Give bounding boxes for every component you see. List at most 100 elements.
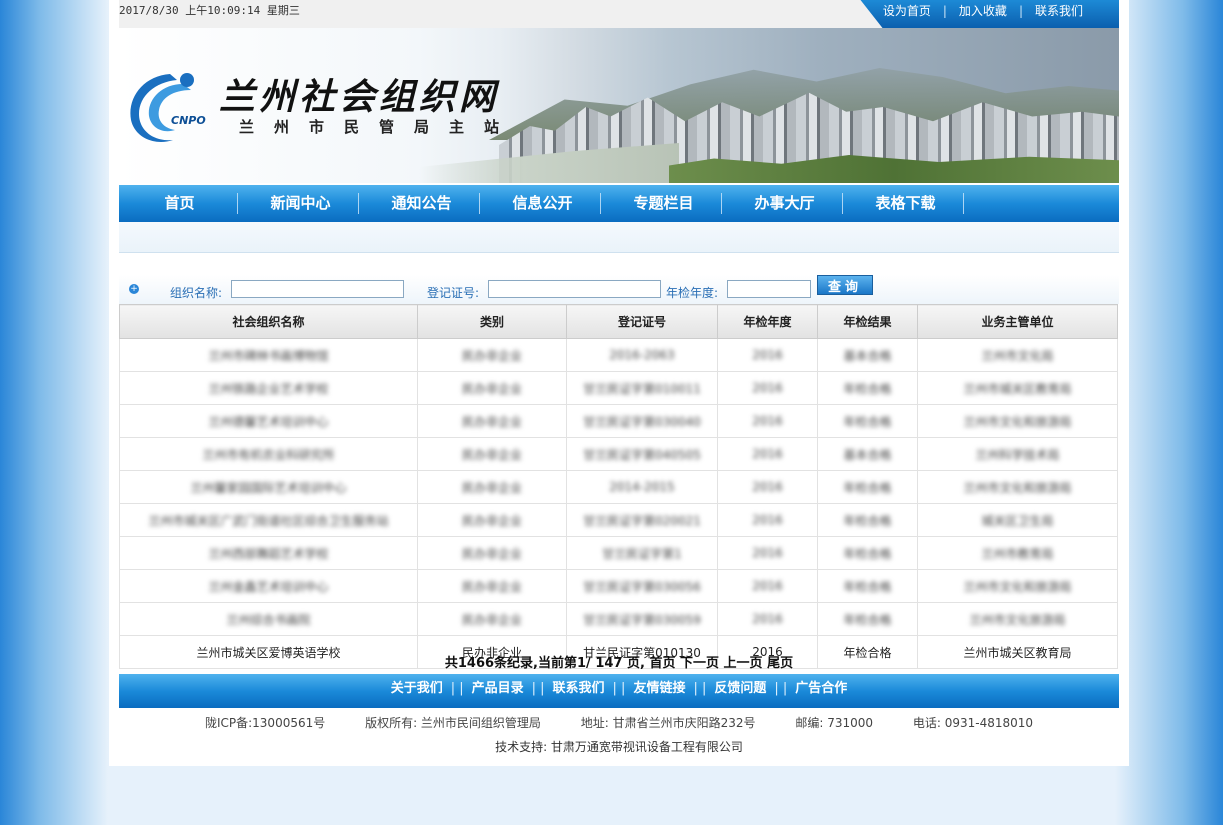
cell-org-name[interactable]: 兰州市有机农业科研究所	[202, 448, 334, 462]
table-row[interactable]: 兰州西部舞蹈艺术学校 民办非企业 甘兰民证字第1 2016 年检合格 兰州市教育…	[119, 536, 1118, 570]
table-row[interactable]: 兰州市城关区广武门街道社区综合卫生服务站 民办非企业 甘兰民证字第020021 …	[119, 503, 1118, 537]
footer-separator: | |	[450, 681, 464, 696]
nav-divider	[600, 193, 601, 214]
cell-result: 年检合格	[843, 414, 892, 429]
separator: |	[942, 4, 947, 18]
nav-divider	[479, 193, 480, 214]
col-inspection-year[interactable]: 年检年度	[717, 304, 818, 339]
cell-year: 2016	[752, 513, 783, 527]
footer-friend-links-link[interactable]: 友情链接	[633, 681, 685, 696]
nav-info-public[interactable]: 信息公开	[482, 185, 603, 222]
cell-supervisor: 兰州市文化局	[981, 348, 1054, 363]
table-row[interactable]: 兰州市有机农业科研究所 民办非企业 甘兰民证字第040505 2016 基本合格…	[119, 437, 1118, 471]
cell-category: 民办非企业	[461, 348, 522, 363]
query-button[interactable]: 查询	[817, 275, 873, 295]
table-row[interactable]: 兰州馨家园国际艺术培训中心 民办非企业 2014-2015 2016 年检合格 …	[119, 470, 1118, 504]
cell-reg-number: 甘兰民证字第030056	[583, 579, 701, 594]
site-subtitle: 兰州市民管局主站	[239, 118, 520, 136]
cell-org-name[interactable]: 兰州金鑫艺术培训中心	[208, 580, 328, 594]
cell-org-name[interactable]: 兰州德馨艺术培训中心	[208, 415, 328, 429]
top-links: 设为首页 | 加入收藏 | 联系我们	[860, 0, 1119, 28]
svg-text:CNPO: CNPO	[171, 114, 206, 127]
contact-us-link[interactable]: 联系我们	[1035, 2, 1083, 19]
footer-info: 陇ICP备:13000561号 版权所有: 兰州市民间组织管理局 地址: 甘肃省…	[119, 714, 1119, 731]
cell-result: 年检合格	[843, 381, 892, 396]
nav-divider	[358, 193, 359, 214]
add-favorite-link[interactable]: 加入收藏	[959, 2, 1007, 19]
footer-feedback-link[interactable]: 反馈问题	[714, 681, 766, 696]
table-row[interactable]: 兰州铁路企业艺术学校 民办非企业 甘兰民证字第010011 2016 年检合格 …	[119, 371, 1118, 405]
inspection-year-label: 年检年度:	[666, 286, 719, 300]
cell-year: 2016	[752, 612, 783, 626]
cell-result: 基本合格	[843, 447, 892, 462]
cell-category: 民办非企业	[461, 579, 522, 594]
cell-org-name[interactable]: 兰州市碑林书画博物馆	[208, 349, 328, 363]
cell-org-name[interactable]: 兰州综合书画院	[226, 613, 310, 627]
table-row[interactable]: 兰州综合书画院 民办非企业 甘兰民证字第030059 2016 年检合格 兰州市…	[119, 602, 1118, 636]
nav-topics[interactable]: 专题栏目	[603, 185, 724, 222]
cell-supervisor: 兰州科学技术局	[975, 447, 1060, 462]
nav-divider	[963, 193, 964, 214]
nav-news[interactable]: 新闻中心	[240, 185, 361, 222]
reg-number-label: 登记证号:	[427, 286, 480, 300]
nav-home[interactable]: 首页	[119, 185, 240, 222]
footer-about-link[interactable]: 关于我们	[391, 681, 443, 696]
col-supervisor[interactable]: 业务主管单位	[917, 304, 1118, 339]
col-org-name[interactable]: 社会组织名称	[119, 304, 418, 339]
nav-notices[interactable]: 通知公告	[361, 185, 482, 222]
cell-org-name[interactable]: 兰州铁路企业艺术学校	[208, 382, 328, 396]
cnpo-logo-icon: CNPO	[130, 73, 206, 142]
footer-advertising-link[interactable]: 广告合作	[795, 681, 847, 696]
org-name-input[interactable]	[231, 280, 404, 298]
pagination: 共1466条纪录,当前第1/ 147 页, 首页 下一页 上一页 尾页	[119, 652, 1119, 671]
next-page-link[interactable]: 下一页	[680, 656, 719, 671]
cell-year: 2016	[752, 546, 783, 560]
nav-divider	[842, 193, 843, 214]
first-page-link[interactable]: 首页	[649, 656, 675, 671]
cell-result: 年检合格	[843, 579, 892, 594]
col-inspection-result[interactable]: 年检结果	[817, 304, 918, 339]
nav-service-hall[interactable]: 办事大厅	[724, 185, 845, 222]
cell-org-name[interactable]: 兰州西部舞蹈艺术学校	[208, 547, 328, 561]
inspection-year-input[interactable]	[727, 280, 811, 298]
results-table: 社会组织名称 类别 登记证号 年检年度 年检结果 业务主管单位 兰州市碑林书画博…	[119, 304, 1118, 669]
cell-reg-number: 甘兰民证字第020021	[583, 513, 701, 528]
set-homepage-link[interactable]: 设为首页	[883, 2, 931, 19]
table-row[interactable]: 兰州市碑林书画博物馆 民办非企业 2016-2063 2016 基本合格 兰州市…	[119, 338, 1118, 372]
footer-nav: 关于我们 | | 产品目录 | | 联系我们 | | 友情链接 | | 反馈问题 | | 广告合作	[119, 674, 1119, 708]
table-row[interactable]: 兰州德馨艺术培训中心 民办非企业 甘兰民证字第030040 2016 年检合格 …	[119, 404, 1118, 438]
cell-result: 年检合格	[843, 513, 892, 528]
main-nav: 首页 新闻中心 通知公告 信息公开 专题栏目 办事大厅 表格下载	[119, 185, 1119, 222]
nav-forms-download[interactable]: 表格下载	[845, 185, 966, 222]
cell-reg-number: 甘兰民证字第1	[602, 546, 682, 561]
footer-products-link[interactable]: 产品目录	[472, 681, 524, 696]
footer-contact-link[interactable]: 联系我们	[553, 681, 605, 696]
cell-supervisor: 城关区卫生局	[981, 513, 1054, 528]
cell-org-name[interactable]: 兰州馨家园国际艺术培训中心	[190, 481, 346, 495]
footer-separator: | |	[774, 681, 788, 696]
prev-page-link[interactable]: 上一页	[724, 656, 763, 671]
last-page-link[interactable]: 尾页	[767, 656, 793, 671]
col-reg-number[interactable]: 登记证号	[566, 304, 718, 339]
cell-result: 年检合格	[843, 480, 892, 495]
reg-number-input[interactable]	[488, 280, 661, 298]
cell-year: 2016	[752, 381, 783, 395]
table-row[interactable]: 兰州金鑫艺术培训中心 民办非企业 甘兰民证字第030056 2016 年检合格 …	[119, 569, 1118, 603]
cell-supervisor: 兰州市城关区教育局	[963, 381, 1072, 396]
site-title: 兰州社会组织网	[219, 76, 500, 118]
footer-tech-support: 技术支持: 甘肃万通宽带视讯设备工程有限公司	[495, 740, 743, 754]
col-category[interactable]: 类别	[417, 304, 567, 339]
nav-divider	[721, 193, 722, 214]
nav-divider	[237, 193, 238, 214]
cell-result: 年检合格	[843, 546, 892, 561]
cell-result: 基本合格	[843, 348, 892, 363]
footer-icp: 陇ICP备:13000561号	[204, 716, 326, 730]
cell-category: 民办非企业	[461, 381, 522, 396]
footer-copyright: 版权所有: 兰州市民间组织管理局	[365, 716, 541, 730]
cell-category: 民办非企业	[461, 480, 522, 495]
cell-category: 民办非企业	[461, 546, 522, 561]
cell-org-name[interactable]: 兰州市城关区广武门街道社区综合卫生服务站	[148, 514, 388, 528]
footer-phone: 电话: 0931-4818010	[912, 716, 1034, 730]
page-container: 2017/8/30 上午10:09:14 星期三 设为首页 | 加入收藏 | 联系我们 …	[109, 0, 1129, 766]
cell-reg-number: 甘兰民证字第030040	[583, 414, 701, 429]
